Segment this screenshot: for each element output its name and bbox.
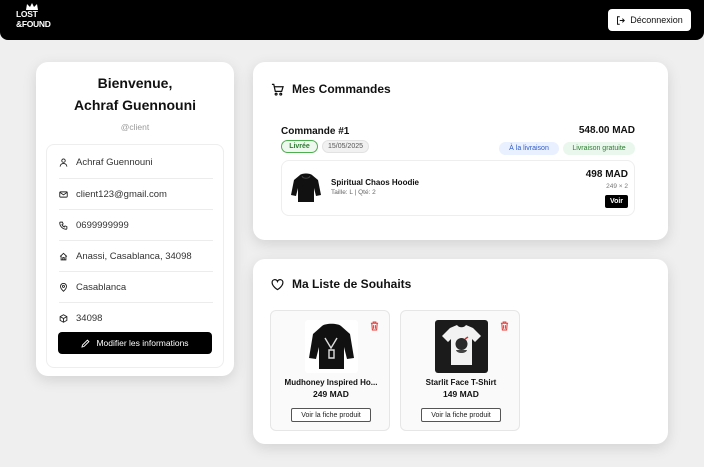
phone-icon xyxy=(59,221,68,230)
order-number: Commande #1 xyxy=(281,126,350,137)
hoodie-image xyxy=(309,323,354,369)
order-item-row: Spiritual Chaos Hoodie Taille: L | Qté: … xyxy=(281,160,635,216)
pencil-icon xyxy=(81,338,90,348)
map-pin-icon xyxy=(60,282,67,292)
order-item-meta: Taille: L | Qté: 2 xyxy=(331,189,376,196)
info-row-email: client123@gmail.com xyxy=(59,179,213,209)
brand-logo[interactable]: LOST &FOUND xyxy=(16,3,51,31)
wishlist-card: Ma Liste de Souhaits Mudhoney Inspired H… xyxy=(253,259,668,444)
logout-label: Déconnexion xyxy=(630,15,683,25)
product-image[interactable] xyxy=(305,320,358,373)
trash-icon[interactable] xyxy=(500,321,509,331)
info-row-city: Casablanca xyxy=(59,272,213,302)
shipping-badge: Livraison gratuite xyxy=(563,142,635,155)
info-row-name: Achraf Guennouni xyxy=(59,147,213,177)
info-row-address: Anassi, Casablanca, 34098 xyxy=(59,241,213,271)
wishlist-item-price: 149 MAD xyxy=(443,389,479,399)
box-icon xyxy=(59,313,68,323)
info-name: Achraf Guennouni xyxy=(76,156,153,168)
mail-icon xyxy=(59,190,68,198)
info-address: Anassi, Casablanca, 34098 xyxy=(76,250,192,262)
orders-card: Mes Commandes Commande #1 548.00 MAD Liv… xyxy=(253,62,668,240)
order-item-name: Spiritual Chaos Hoodie xyxy=(331,178,420,187)
order-status-badge: Livrée xyxy=(281,140,318,153)
order-item-price: 498 MAD xyxy=(585,169,628,180)
cart-icon xyxy=(271,83,284,96)
home-icon xyxy=(59,252,68,260)
wishlist-title: Ma Liste de Souhaits xyxy=(292,277,412,291)
wishlist-item-price: 249 MAD xyxy=(313,389,349,399)
edit-profile-button[interactable]: Modifier les informations xyxy=(58,332,212,354)
order-date-badge: 15/05/2025 xyxy=(322,140,369,153)
info-row-postal: 34098 xyxy=(59,303,213,333)
wishlist-item-name[interactable]: Starlit Face T-Shirt xyxy=(405,378,517,387)
top-navbar: LOST &FOUND Déconnexion xyxy=(0,0,704,40)
payment-method-badge: À la livraison xyxy=(499,142,559,155)
order-total: 548.00 MAD xyxy=(578,125,635,136)
info-row-phone: 0699999999 xyxy=(59,210,213,240)
heart-icon xyxy=(271,278,284,290)
info-email: client123@gmail.com xyxy=(76,188,167,200)
welcome-line1: Bienvenue, xyxy=(97,75,173,91)
info-postal: 34098 xyxy=(76,312,103,324)
logo-text-bottom: &FOUND xyxy=(16,19,51,29)
trash-icon[interactable] xyxy=(370,321,379,331)
hoodie-image xyxy=(291,173,321,202)
welcome-name: Achraf Guennouni xyxy=(73,97,197,113)
wishlist-item: Mudhoney Inspired Ho... 249 MAD Voir la … xyxy=(270,310,390,431)
logout-button[interactable]: Déconnexion xyxy=(608,9,691,31)
wishlist-item: Starlit Face T-Shirt 149 MAD Voir la fic… xyxy=(400,310,520,431)
logo-text-top: LOST xyxy=(16,9,38,19)
edit-profile-label: Modifier les informations xyxy=(96,338,189,348)
user-icon xyxy=(59,157,68,167)
order-item-unit-price: 249 × 2 xyxy=(606,183,628,190)
view-product-button[interactable]: Voir la fiche produit xyxy=(291,408,371,422)
product-thumbnail xyxy=(289,170,323,204)
orders-header: Mes Commandes xyxy=(271,82,391,96)
info-phone: 0699999999 xyxy=(76,219,129,231)
logout-icon xyxy=(617,15,626,25)
view-order-item-button[interactable]: Voir xyxy=(605,195,628,208)
crown-icon xyxy=(26,3,38,10)
info-city: Casablanca xyxy=(76,281,127,293)
profile-username: @client xyxy=(120,122,150,132)
product-image[interactable] xyxy=(435,320,488,373)
profile-card: Bienvenue, Achraf Guennouni @client Achr… xyxy=(36,62,234,376)
wishlist-header: Ma Liste de Souhaits xyxy=(271,277,411,291)
tshirt-image xyxy=(442,325,481,365)
view-product-button[interactable]: Voir la fiche produit xyxy=(421,408,501,422)
orders-title: Mes Commandes xyxy=(292,82,391,96)
wishlist-item-name[interactable]: Mudhoney Inspired Ho... xyxy=(275,378,387,387)
